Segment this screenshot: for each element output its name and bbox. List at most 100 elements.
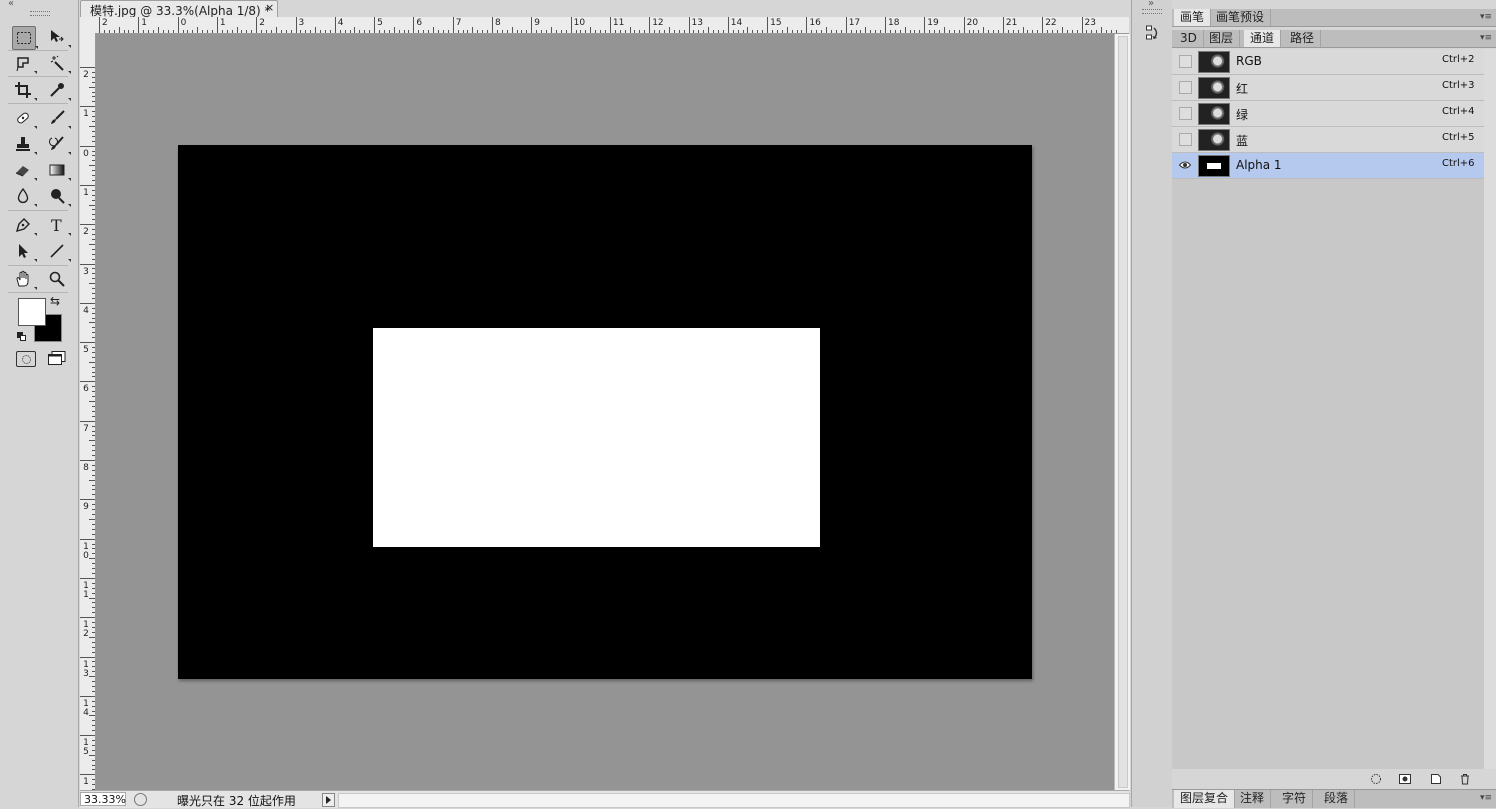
eyedropper-tool[interactable] <box>46 79 71 101</box>
magic-wand-tool[interactable] <box>46 52 71 74</box>
screen-mode-icon[interactable] <box>48 351 66 365</box>
tab-brush[interactable]: 画笔 <box>1174 9 1212 26</box>
ruler-minor-tick <box>197 27 199 33</box>
tab-3d[interactable]: 3D <box>1174 30 1204 47</box>
eye-icon[interactable] <box>1178 159 1192 170</box>
ruler-label: 18 <box>888 18 900 28</box>
channel-row-green[interactable]: 绿 Ctrl+4 <box>1172 101 1484 127</box>
ruler-minor-tick <box>92 528 95 530</box>
panel-menu-icon[interactable]: ▾≡ <box>1480 12 1492 22</box>
channels-menu-icon[interactable]: ▾≡ <box>1480 33 1492 43</box>
healing-brush-icon <box>17 112 29 124</box>
bottom-panel-menu-icon[interactable]: ▾≡ <box>1480 793 1492 803</box>
ruler-minor-tick <box>713 30 715 33</box>
ruler-major-tick <box>80 381 95 383</box>
horizontal-scrollbar[interactable] <box>338 793 1130 808</box>
tab-brush-presets[interactable]: 画笔预设 <box>1210 9 1272 26</box>
trash-icon[interactable] <box>1459 773 1471 785</box>
ruler-label: 2 <box>83 70 89 80</box>
blur-tool[interactable] <box>12 185 37 207</box>
toolbox-grip[interactable] <box>30 11 50 16</box>
default-colors-icon[interactable] <box>17 330 26 341</box>
ruler-major-tick <box>452 17 454 33</box>
alpha-channel-image[interactable] <box>178 145 1032 679</box>
tab-layers[interactable]: 图层 <box>1203 30 1241 47</box>
tab-notes[interactable]: 注释 <box>1234 790 1272 808</box>
swap-colors-icon[interactable]: ⇆ <box>50 294 60 308</box>
lasso-icon <box>16 57 29 72</box>
expand-dock-icon[interactable]: » <box>1148 0 1154 9</box>
save-selection-as-channel-icon[interactable] <box>1399 773 1411 785</box>
ruler-minor-tick <box>580 30 582 33</box>
ruler-minor-tick <box>433 27 435 33</box>
pen-tool[interactable] <box>12 214 37 236</box>
tab-layer-comps[interactable]: 图层复合 <box>1174 790 1236 808</box>
ruler-minor-tick <box>92 450 95 452</box>
foreground-color-swatch[interactable] <box>18 298 46 326</box>
vertical-scrollbar[interactable] <box>1114 34 1130 790</box>
ruler-minor-tick <box>92 602 95 604</box>
eyedropper-icon <box>50 83 64 97</box>
ruler-minor-tick <box>92 533 95 535</box>
ruler-major-tick <box>334 17 336 33</box>
ruler-label: 0 <box>180 18 187 28</box>
ruler-minor-tick <box>634 30 636 33</box>
vertical-ruler[interactable]: 2101234567891 01 11 21 31 41 51 <box>80 33 96 790</box>
path-selection-tool[interactable] <box>12 240 37 262</box>
ruler-minor-tick <box>92 607 95 609</box>
ruler-label: 1 <box>83 109 89 120</box>
ruler-minor-tick <box>614 30 616 33</box>
close-tab-icon[interactable]: × <box>265 1 274 14</box>
ruler-minor-tick <box>92 327 95 329</box>
channel-row-alpha-1[interactable]: Alpha 1 Ctrl+6 <box>1172 153 1484 179</box>
visibility-toggle[interactable] <box>1179 107 1192 120</box>
brush-tool[interactable] <box>46 107 71 129</box>
zoom-tool[interactable] <box>46 268 68 290</box>
tab-paragraph[interactable]: 段落 <box>1318 790 1356 808</box>
eraser-tool[interactable] <box>12 159 37 181</box>
rectangular-marquee-tool[interactable] <box>12 26 38 50</box>
channel-row-blue[interactable]: 蓝 Ctrl+5 <box>1172 127 1484 153</box>
dock-grip[interactable] <box>1142 9 1162 14</box>
collapse-toolbox-icon[interactable]: « <box>8 0 14 9</box>
channel-row-rgb[interactable]: RGB Ctrl+2 <box>1172 49 1484 75</box>
channels-scrollbar[interactable] <box>1484 49 1496 769</box>
document-tab[interactable]: 模特.jpg @ 33.3%(Alpha 1/8) * × <box>80 0 278 18</box>
type-tool[interactable]: T <box>46 214 71 236</box>
visibility-toggle[interactable] <box>1179 55 1192 68</box>
tab-channels[interactable]: 通道 <box>1244 30 1282 47</box>
new-channel-icon[interactable] <box>1430 773 1442 785</box>
tab-character[interactable]: 字符 <box>1276 790 1314 808</box>
ruler-minor-tick <box>403 30 405 33</box>
tab-paths[interactable]: 路径 <box>1284 30 1322 47</box>
status-menu-arrow-icon[interactable] <box>322 793 335 807</box>
lasso-tool[interactable] <box>12 52 37 74</box>
zoom-level-field[interactable]: 33.33% <box>80 792 126 806</box>
channel-row-red[interactable]: 红 Ctrl+3 <box>1172 75 1484 101</box>
ruler-minor-tick <box>92 150 95 152</box>
ruler-minor-tick <box>92 415 95 417</box>
ruler-minor-tick <box>92 784 95 786</box>
ruler-minor-tick <box>92 356 95 358</box>
history-panel-icon[interactable] <box>1146 25 1160 41</box>
ruler-origin[interactable] <box>80 17 96 34</box>
ruler-minor-tick <box>92 229 95 231</box>
spot-healing-brush-tool[interactable] <box>12 107 37 129</box>
hand-tool[interactable] <box>12 268 37 290</box>
visibility-toggle[interactable] <box>1179 133 1192 146</box>
clone-stamp-tool[interactable] <box>12 133 37 155</box>
ruler-minor-tick <box>1056 30 1058 33</box>
move-tool[interactable] <box>46 26 71 48</box>
history-brush-tool[interactable] <box>46 133 71 155</box>
line-tool[interactable] <box>46 240 71 262</box>
visibility-toggle[interactable] <box>1179 81 1192 94</box>
horizontal-ruler[interactable]: 2 1 0 1 2 3 4 5 6 7 8 9 10 11 12 13 14 15 16 17 18 19 20 21 22 23 <box>95 17 1129 34</box>
vertical-scroll-thumb[interactable] <box>1118 36 1128 788</box>
white-selection-area <box>373 328 820 547</box>
gradient-tool[interactable] <box>46 159 71 181</box>
quick-mask-icon[interactable] <box>16 351 36 367</box>
load-channel-as-selection-icon[interactable] <box>1370 773 1382 785</box>
dodge-tool[interactable] <box>46 185 71 207</box>
crop-tool[interactable] <box>12 79 37 101</box>
status-info-icon[interactable] <box>134 793 147 806</box>
